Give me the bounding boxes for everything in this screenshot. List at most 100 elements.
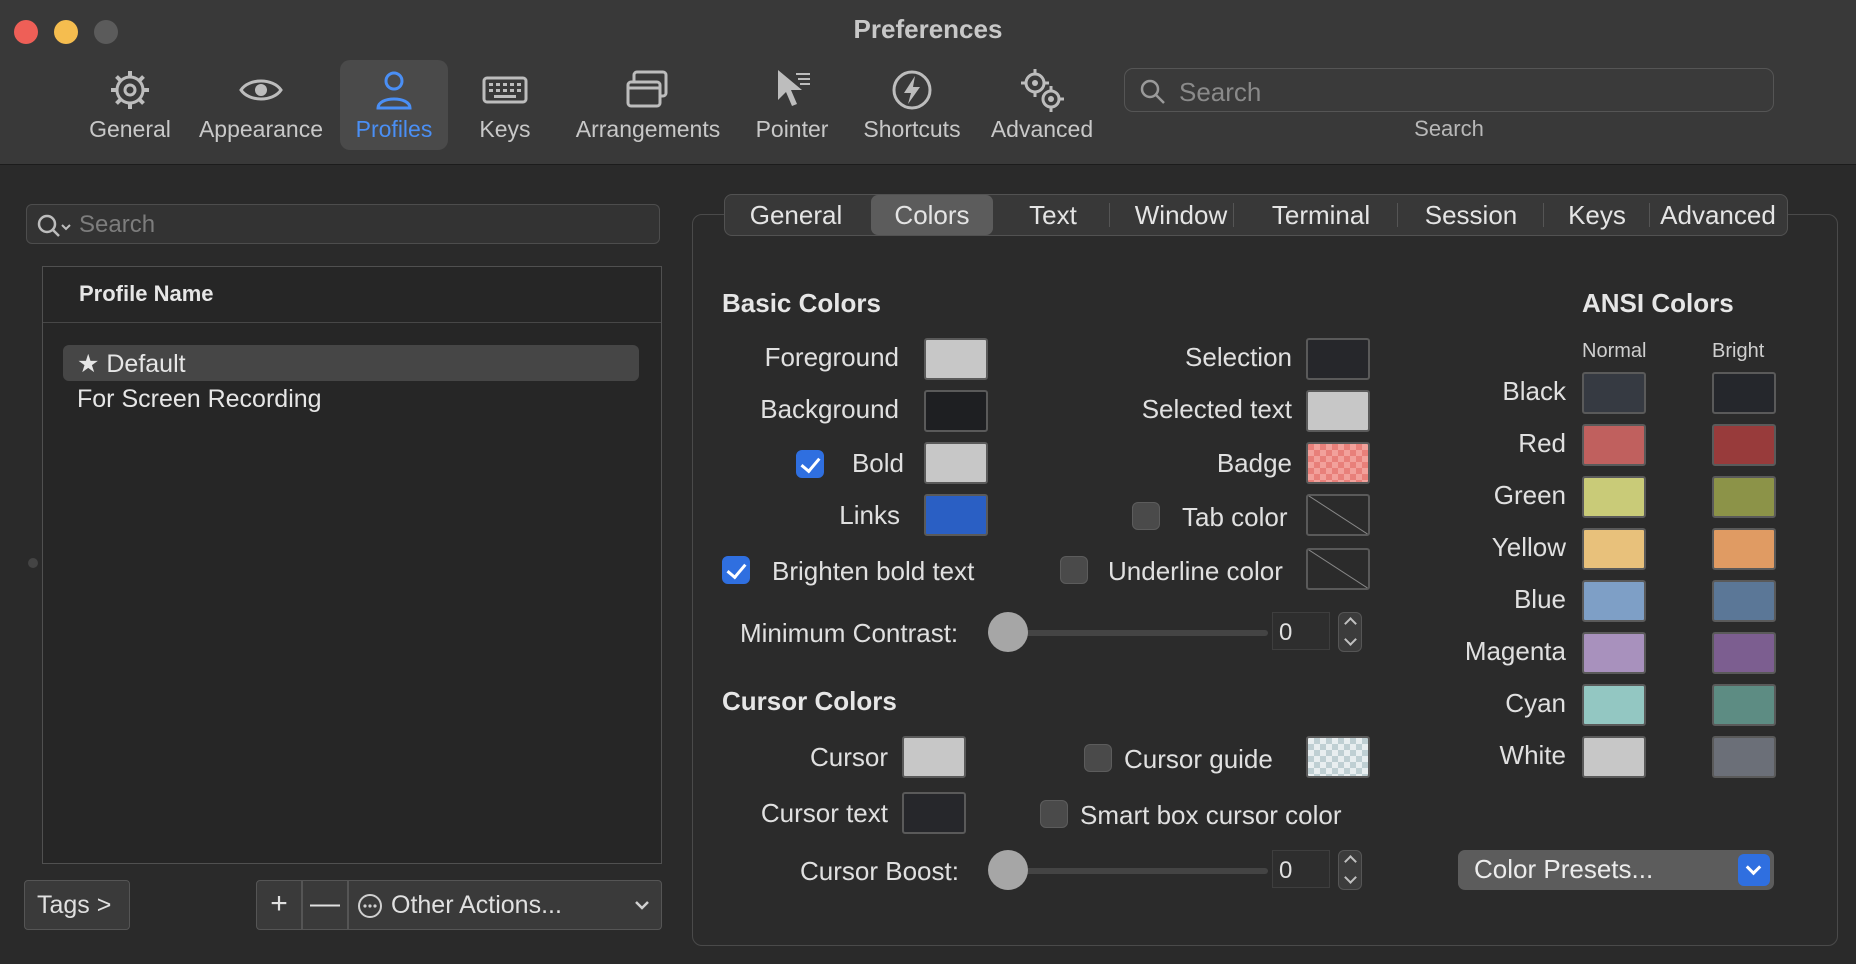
ansi-red-normal-well[interactable] [1582,424,1646,466]
search-icon [1140,79,1165,104]
underline-color-label: Underline color [1108,556,1283,586]
cursor-boost-slider-track[interactable] [1006,868,1268,874]
ansi-red-bright-well[interactable] [1712,424,1776,466]
ellipsis-circle-icon [358,894,382,918]
toolbar-label: Shortcuts [863,116,961,142]
tags-button[interactable]: Tags > [24,880,130,930]
ansi-magenta-normal-well[interactable] [1582,632,1646,674]
minimum-contrast-slider-track[interactable] [1006,630,1268,636]
toolbar-label: Profiles [355,116,433,142]
toolbar-advanced[interactable]: Advanced [984,60,1100,150]
toolbar-shortcuts[interactable]: Shortcuts [856,60,968,150]
remove-profile-button[interactable]: — [302,880,348,930]
tab-separator [1397,203,1398,227]
toolbar-keys[interactable]: Keys [462,60,548,150]
eye-icon [239,79,283,101]
selected-text-color-well[interactable] [1306,390,1370,432]
toolbar-general[interactable]: General [80,60,180,150]
tab-text[interactable]: Text [1003,195,1103,235]
ansi-blue-normal-well[interactable] [1582,580,1646,622]
tab-advanced[interactable]: Advanced [1653,195,1783,235]
ansi-green-normal-well[interactable] [1582,476,1646,518]
toolbar-profiles[interactable]: Profiles [340,60,448,150]
bold-label: Bold [851,448,904,478]
cursor-color-well[interactable] [902,736,966,778]
profile-list: Profile Name ★ Default For Screen Record… [42,266,662,864]
split-view-handle[interactable] [28,558,38,568]
profile-row-screen-recording[interactable]: For Screen Recording [63,381,639,417]
cursor-boost-slider-knob[interactable] [988,850,1028,890]
tab-session[interactable]: Session [1401,195,1541,235]
bolt-icon [892,70,932,110]
gear-icon [111,71,149,109]
keyboard-icon [482,76,528,104]
selected-text-label: Selected text [1141,394,1292,424]
tab-separator [1233,203,1234,227]
ansi-yellow-bright-well[interactable] [1712,528,1776,570]
profile-row-default[interactable]: ★ Default [63,345,639,381]
links-color-well[interactable] [924,494,988,536]
underline-color-well[interactable] [1306,548,1370,590]
tab-general[interactable]: General [731,195,861,235]
tab-colors[interactable]: Colors [871,195,993,235]
profile-search-input[interactable]: Search [26,204,660,244]
ansi-white-bright-well[interactable] [1712,736,1776,778]
ansi-blue-label: Blue [1513,584,1566,614]
links-label: Links [839,500,900,530]
minimum-contrast-label: Minimum Contrast: [740,618,959,648]
cursor-text-color-well[interactable] [902,792,966,834]
toolbar-arrangements[interactable]: Arrangements [570,60,726,150]
chevron-down-icon [1738,854,1770,886]
ansi-magenta-bright-well[interactable] [1712,632,1776,674]
ansi-black-bright-well[interactable] [1712,372,1776,414]
background-label: Background [760,394,899,424]
minimum-contrast-value[interactable]: 0 [1272,612,1330,650]
underline-color-checkbox[interactable] [1060,556,1088,584]
tab-window[interactable]: Window [1113,195,1249,235]
add-profile-button[interactable]: + [256,880,302,930]
search-label: Search [1414,116,1484,141]
toolbar-label: Advanced [990,116,1094,142]
tab-color-well[interactable] [1306,494,1370,536]
color-presets-label: Color Presets... [1474,854,1654,884]
ansi-yellow-normal-well[interactable] [1582,528,1646,570]
tab-color-checkbox[interactable] [1132,502,1160,530]
ansi-cyan-bright-well[interactable] [1712,684,1776,726]
search-dropdown-icon [37,214,71,237]
cursor-boost-label: Cursor Boost: [800,856,959,886]
cursor-guide-color-well[interactable] [1306,736,1370,778]
bold-checkbox[interactable] [796,450,824,478]
ansi-white-normal-well[interactable] [1582,736,1646,778]
ansi-blue-bright-well[interactable] [1712,580,1776,622]
tab-keys[interactable]: Keys [1545,195,1649,235]
windows-icon [626,70,668,108]
ansi-cyan-normal-well[interactable] [1582,684,1646,726]
cursor-guide-checkbox[interactable] [1084,744,1112,772]
toolbar-search-field[interactable]: Search [1124,68,1774,112]
brighten-bold-checkbox[interactable] [722,556,750,584]
profile-tab-bar: General Colors Text Window Terminal Sess… [724,194,1788,236]
person-icon [376,71,412,110]
badge-color-well[interactable] [1306,442,1370,484]
tab-terminal[interactable]: Terminal [1245,195,1397,235]
ansi-black-normal-well[interactable] [1582,372,1646,414]
other-actions-label: Other Actions... [391,891,562,919]
selection-color-well[interactable] [1306,338,1370,380]
ansi-red-label: Red [1518,428,1566,458]
other-actions-dropdown[interactable]: Other Actions... [348,880,662,930]
cursor-text-label: Cursor text [760,798,888,828]
bold-color-well[interactable] [924,442,988,484]
ansi-green-bright-well[interactable] [1712,476,1776,518]
minimum-contrast-stepper[interactable] [1338,612,1362,652]
minimum-contrast-slider-knob[interactable] [988,612,1028,652]
cursor-boost-value[interactable]: 0 [1272,850,1330,888]
foreground-color-well[interactable] [924,338,988,380]
toolbar-appearance[interactable]: Appearance [196,60,326,150]
toolbar-pointer[interactable]: Pointer [746,60,838,150]
cursor-boost-stepper[interactable] [1338,850,1362,890]
tab-separator [1543,203,1544,227]
color-presets-dropdown[interactable]: Color Presets... [1458,850,1774,890]
background-color-well[interactable] [924,390,988,432]
profile-name-column-header[interactable]: Profile Name [43,267,661,323]
smart-box-cursor-checkbox[interactable] [1040,800,1068,828]
